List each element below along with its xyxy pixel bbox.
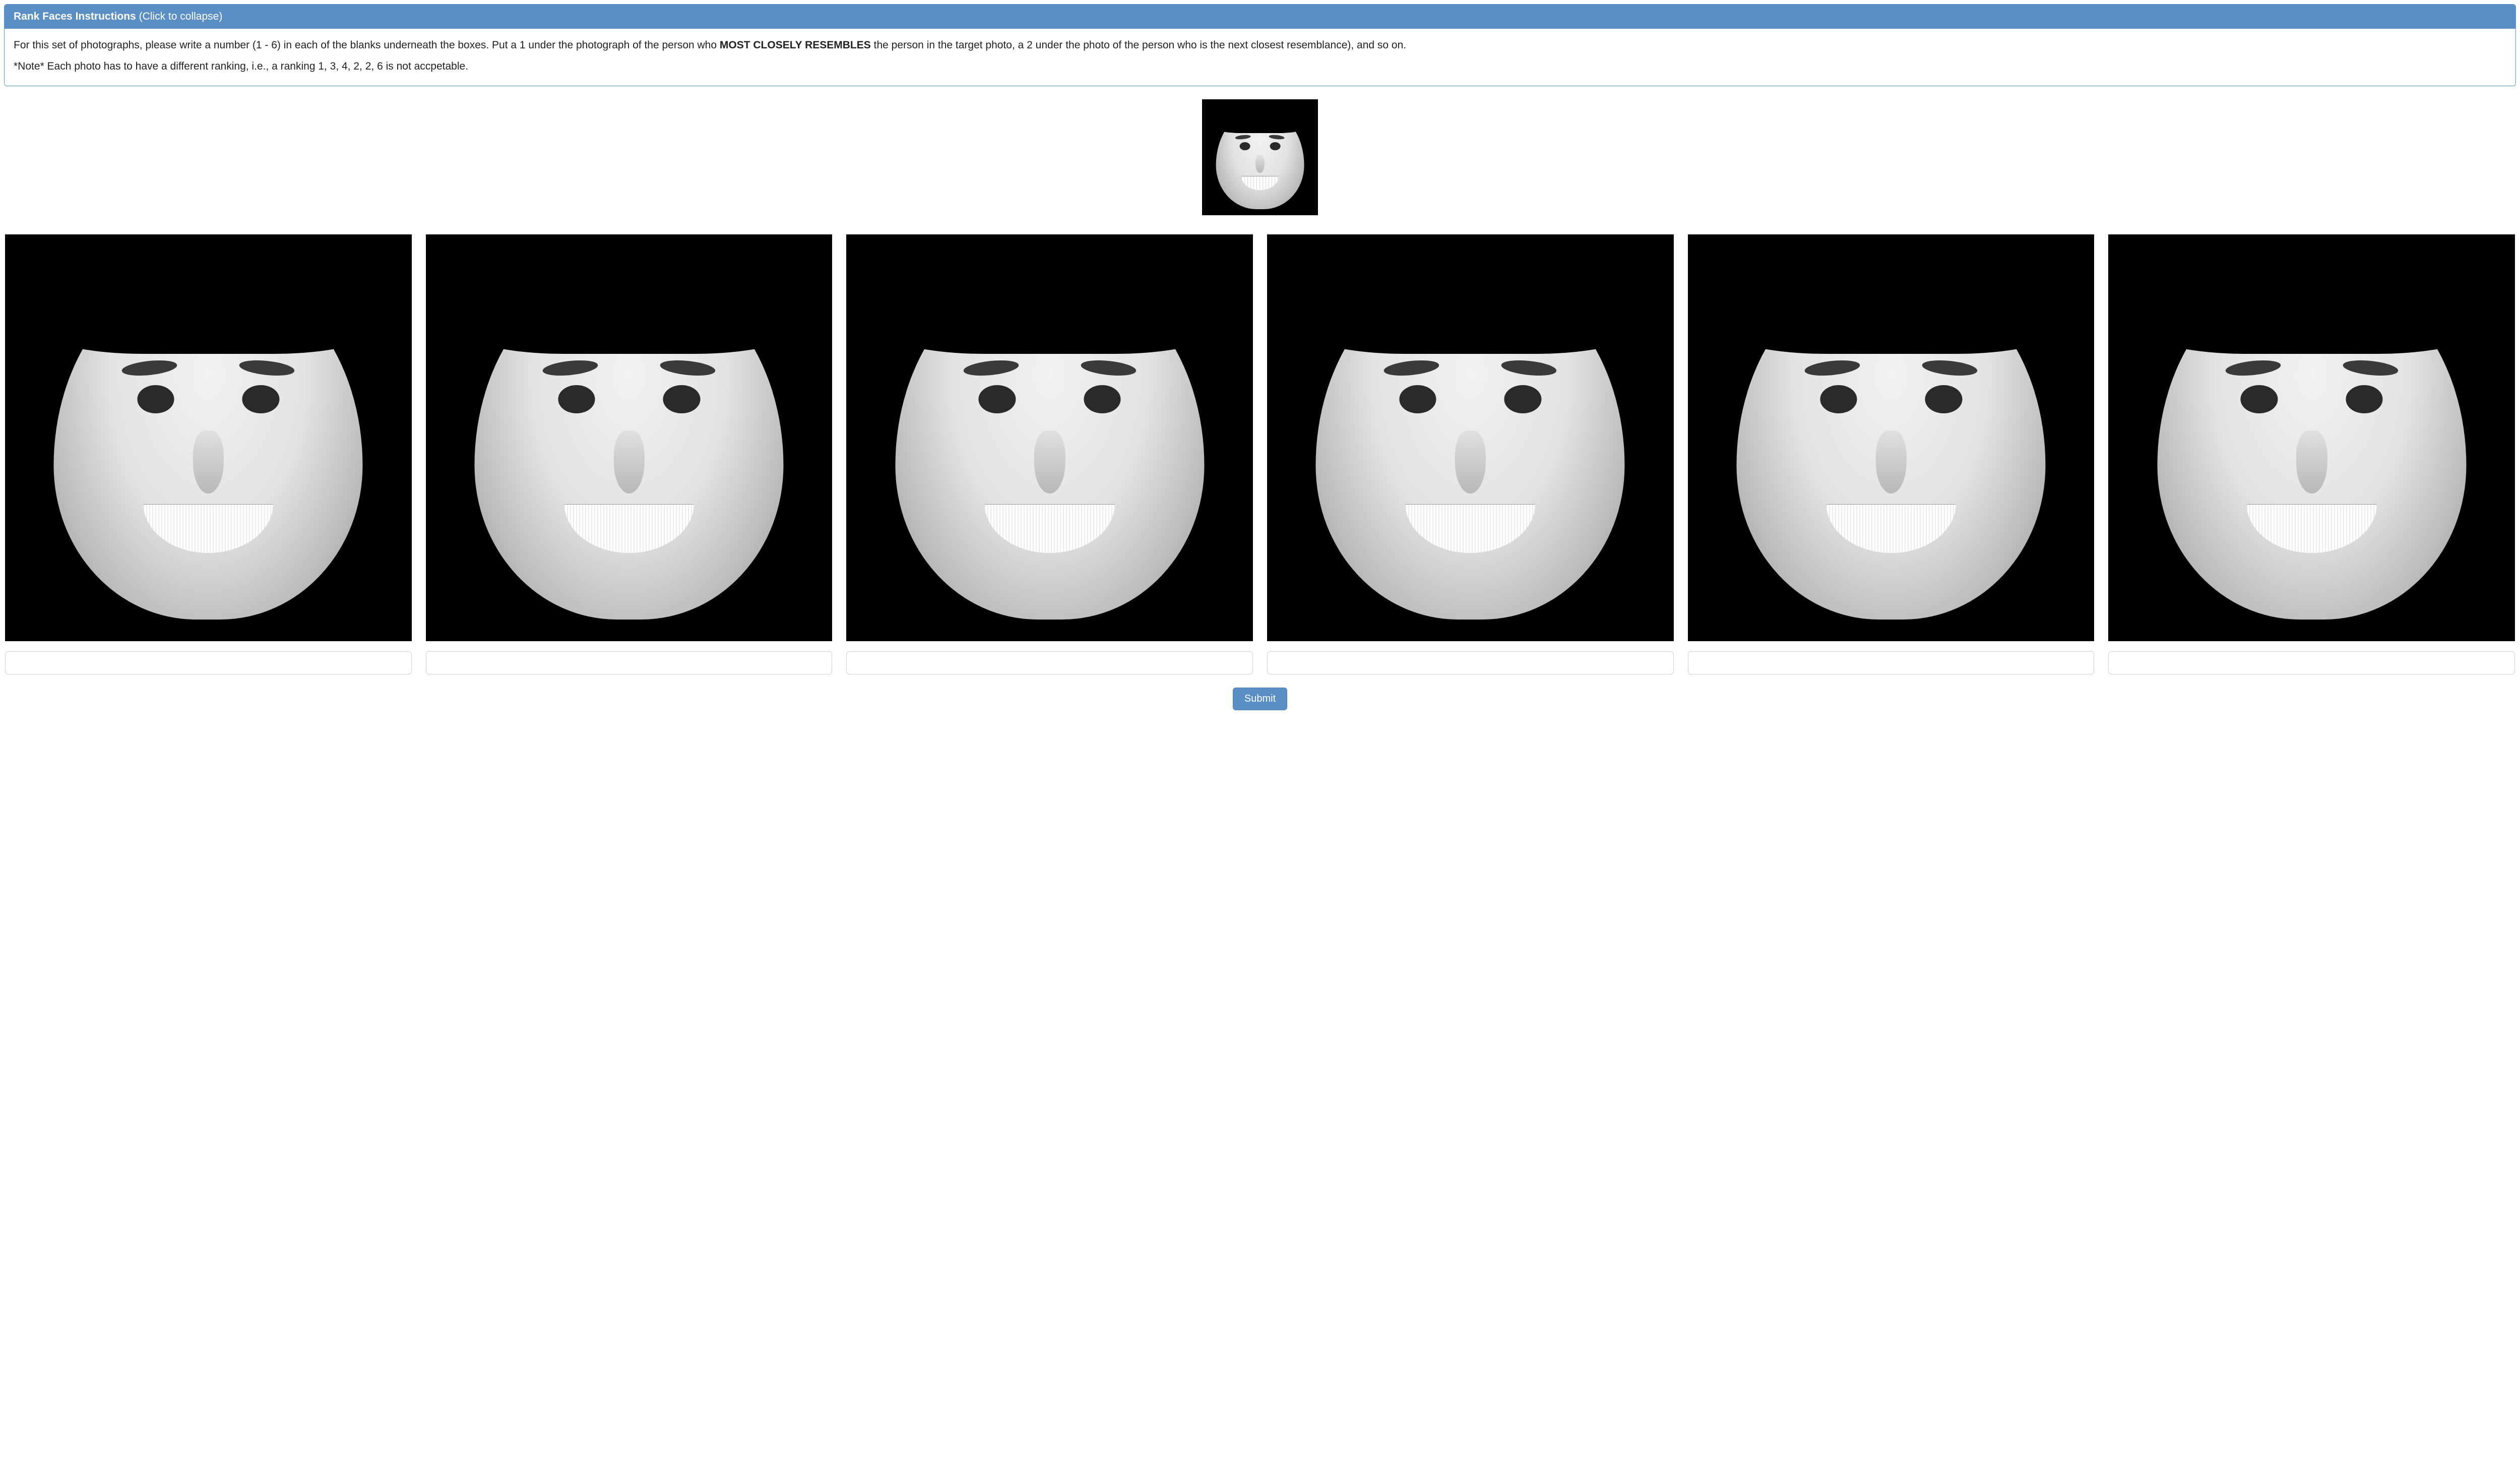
instructions-panel: Rank Faces Instructions (Click to collap… [4,4,2516,86]
collapse-hint: (Click to collapse) [139,11,223,22]
rank-input-3[interactable] [846,651,1253,674]
candidate-photo-2 [426,234,833,641]
target-photo-wrap [4,99,2516,215]
candidate-photo-5 [1688,234,2095,641]
candidate-photo-1 [5,234,412,641]
instructions-title: Rank Faces Instructions [14,11,136,22]
candidate-column [1267,234,1674,674]
rank-input-1[interactable] [5,651,412,674]
candidate-column [1688,234,2095,674]
instructions-para-2: *Note* Each photo has to have a differen… [14,59,2506,74]
rank-input-4[interactable] [1267,651,1674,674]
candidate-column [846,234,1253,674]
target-photo [1202,99,1318,215]
candidate-row [4,234,2516,674]
candidate-photo-6 [2108,234,2515,641]
instructions-para-1-text-a: For this set of photographs, please writ… [14,39,720,51]
rank-input-5[interactable] [1688,651,2095,674]
submit-wrap: Submit [4,688,2516,718]
candidate-photo-4 [1267,234,1674,641]
candidate-column [5,234,412,674]
candidate-column [2108,234,2515,674]
instructions-para-1: For this set of photographs, please writ… [14,38,2506,53]
instructions-body: For this set of photographs, please writ… [5,29,2515,86]
instructions-para-1-text-b: the person in the target photo, a 2 unde… [871,39,1406,51]
instructions-para-1-bold: MOST CLOSELY RESEMBLES [720,39,871,51]
rank-input-6[interactable] [2108,651,2515,674]
candidate-column [426,234,833,674]
instructions-header[interactable]: Rank Faces Instructions (Click to collap… [5,5,2515,29]
candidate-photo-3 [846,234,1253,641]
rank-input-2[interactable] [426,651,833,674]
submit-button[interactable]: Submit [1233,688,1287,710]
